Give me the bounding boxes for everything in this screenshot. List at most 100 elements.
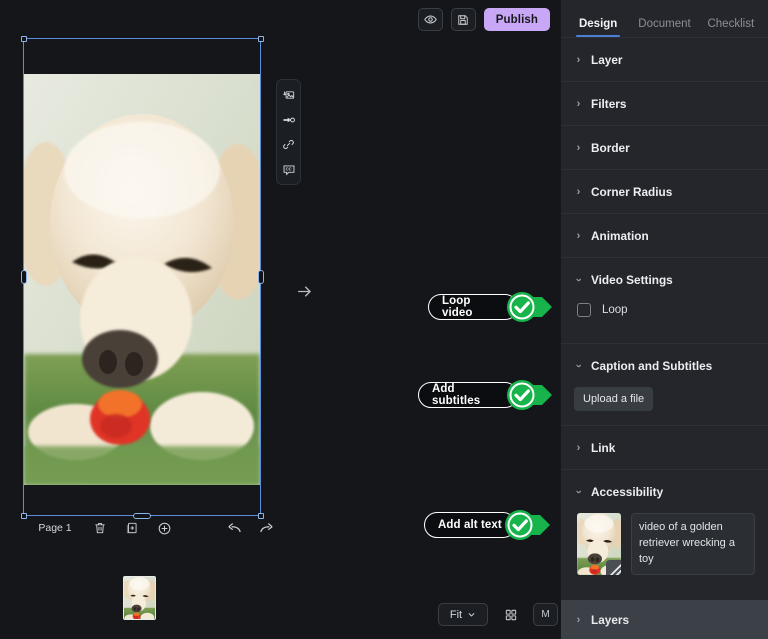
canvas-area: Publish [0, 0, 560, 639]
pencil-edit-icon [606, 560, 621, 575]
replace-image-icon [282, 88, 296, 102]
green-check-arrow-icon [504, 379, 560, 411]
redo-icon [258, 520, 275, 537]
resize-handle-top-right[interactable] [258, 36, 264, 42]
section-title: Caption and Subtitles [591, 359, 712, 373]
upload-file-button[interactable]: Upload a file [574, 387, 653, 411]
tab-document[interactable]: Document [631, 18, 697, 37]
add-page-icon [157, 521, 172, 536]
mobile-view-button[interactable]: M [533, 603, 558, 626]
panel-tabs: Design Document Checklist [561, 0, 768, 38]
section-header-link[interactable]: › Link [561, 426, 768, 469]
link-icon [282, 138, 295, 151]
chevron-right-icon: › [574, 614, 583, 626]
properties-panel: Design Document Checklist › Layer › Filt… [560, 0, 768, 639]
section-video-settings: › Video Settings Loop [561, 258, 768, 344]
chevron-right-icon: › [574, 230, 583, 242]
section-header-animation[interactable]: › Animation [561, 214, 768, 257]
alt-text-thumbnail [577, 513, 621, 575]
next-page-button[interactable] [291, 278, 317, 304]
svg-text:CC: CC [285, 166, 291, 171]
section-title: Filters [591, 97, 626, 111]
replace-image-button[interactable] [278, 84, 299, 105]
closed-caption-button[interactable]: CC [278, 159, 299, 180]
section-corner-radius: › Corner Radius [561, 170, 768, 214]
duplicate-page-button[interactable] [116, 518, 148, 538]
zoom-controls: Fit M [438, 603, 558, 626]
alt-text-field[interactable]: video of a golden retriever wrecking a t… [631, 513, 755, 575]
callout-check-marker [502, 509, 558, 541]
section-layer: › Layer [561, 38, 768, 82]
color-adjust-button[interactable] [278, 109, 299, 130]
page-thumbnail[interactable] [123, 576, 156, 620]
callout-check-marker [504, 379, 560, 411]
redo-button[interactable] [250, 518, 282, 538]
undo-icon [226, 520, 243, 537]
chevron-right-icon: › [574, 142, 583, 154]
delete-page-button[interactable] [84, 518, 116, 538]
green-check-arrow-icon [504, 291, 560, 323]
chevron-down-icon: › [573, 487, 585, 496]
app-root: Publish [0, 0, 768, 639]
color-adjust-icon [282, 113, 296, 127]
trash-icon [93, 521, 107, 535]
chevron-down-icon: › [573, 361, 585, 370]
callout-loop-video: Loop video [428, 293, 560, 321]
section-header-video-settings[interactable]: › Video Settings [561, 258, 768, 301]
section-link: › Link [561, 426, 768, 470]
section-filters: › Filters [561, 82, 768, 126]
green-check-arrow-icon [502, 509, 558, 541]
section-title: Border [591, 141, 630, 155]
callout-add-subtitles: Add subtitles [418, 381, 560, 409]
eye-icon [424, 13, 437, 26]
top-toolbar: Publish [418, 8, 550, 31]
section-header-caption-subtitles[interactable]: › Caption and Subtitles [561, 344, 768, 387]
callout-add-alt-text: Add alt text [424, 511, 558, 539]
closed-caption-icon: CC [282, 163, 296, 177]
page-label: Page 1 [26, 522, 84, 534]
section-header-accessibility[interactable]: › Accessibility [561, 470, 768, 513]
section-header-corner-radius[interactable]: › Corner Radius [561, 170, 768, 213]
section-title: Animation [591, 229, 649, 243]
section-title: Accessibility [591, 485, 663, 499]
duplicate-page-icon [125, 521, 139, 535]
resize-handle-top-left[interactable] [21, 36, 27, 42]
loop-label: Loop [602, 304, 628, 316]
link-button[interactable] [278, 134, 299, 155]
save-button[interactable] [451, 8, 476, 31]
section-animation: › Animation [561, 214, 768, 258]
loop-checkbox-row[interactable]: Loop [574, 301, 755, 329]
undo-button[interactable] [218, 518, 250, 538]
section-header-filters[interactable]: › Filters [561, 82, 768, 125]
save-disk-icon [457, 14, 469, 26]
zoom-level-value: Fit [450, 609, 462, 621]
section-body-video-settings: Loop [561, 301, 768, 343]
chevron-right-icon: › [574, 98, 583, 110]
chevron-right-icon: › [574, 186, 583, 198]
grid-view-icon [504, 608, 518, 622]
section-title: Link [591, 441, 615, 455]
edit-alt-text-button[interactable] [606, 560, 621, 575]
tab-design[interactable]: Design [565, 18, 631, 37]
section-header-border[interactable]: › Border [561, 126, 768, 169]
chevron-right-icon: › [574, 54, 583, 66]
callout-check-marker [504, 291, 560, 323]
section-accessibility: › Accessibility video of a golden retrie… [561, 470, 768, 604]
publish-button[interactable]: Publish [484, 8, 550, 31]
callout-label: Add subtitles [418, 382, 518, 408]
layers-panel-toggle[interactable]: › Layers [561, 600, 768, 639]
section-header-layer[interactable]: › Layer [561, 38, 768, 81]
grid-view-button[interactable] [498, 603, 523, 626]
loop-checkbox[interactable] [577, 303, 591, 317]
chevron-down-icon: › [573, 275, 585, 284]
zoom-level-select[interactable]: Fit [438, 603, 488, 626]
section-title: Corner Radius [591, 185, 672, 199]
arrow-right-icon [295, 282, 314, 301]
chevron-right-icon: › [574, 442, 583, 454]
tab-checklist[interactable]: Checklist [698, 18, 764, 37]
element-floating-toolbar: CC [276, 79, 301, 185]
add-page-button[interactable] [148, 518, 180, 538]
section-title: Layer [591, 53, 622, 67]
canvas-video-element[interactable] [24, 74, 260, 485]
preview-button[interactable] [418, 8, 443, 31]
